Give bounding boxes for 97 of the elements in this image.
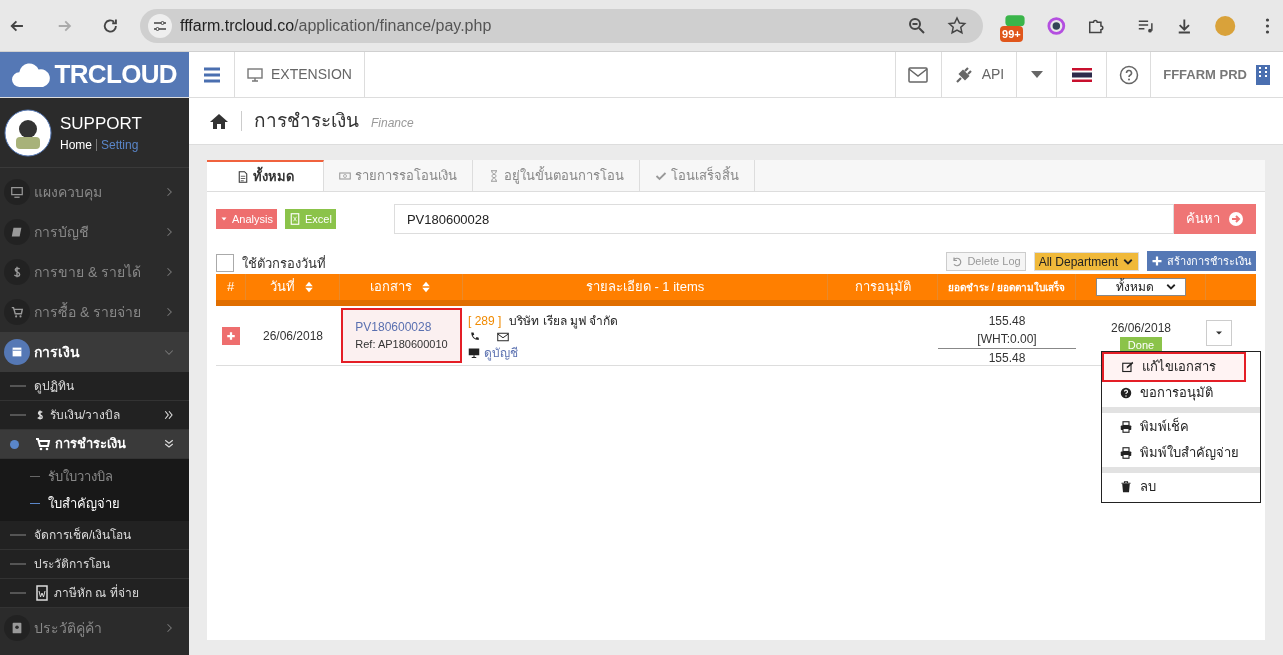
menu-item[interactable]: แก้ไขเอกสาร (1104, 354, 1244, 380)
menu-item[interactable]: พิมพ์ใบสำคัญจ่าย (1102, 440, 1260, 466)
star-icon[interactable] (947, 15, 968, 36)
sidebar-item[interactable]: การเงิน (0, 332, 189, 372)
user-name: SUPPORT (60, 112, 142, 135)
sort-icon (420, 281, 432, 293)
status-filter-select[interactable]: ทั้งหมด (1095, 278, 1186, 296)
tab[interactable]: อยู่ในขั้นตอนการโอน (473, 160, 640, 191)
hourglass-icon (488, 169, 500, 182)
api-button[interactable]: API (940, 52, 1017, 97)
double-chevron-right-icon (163, 409, 175, 421)
cart-icon (35, 436, 51, 452)
sidebar-subitem[interactable]: ใบสำคัญจ่าย (0, 490, 189, 517)
status-date: 26/06/2018 (1110, 320, 1172, 337)
menu-item[interactable]: พิมพ์เช็ค (1102, 414, 1260, 440)
double-chevron-down-icon (163, 438, 175, 450)
plus-icon (225, 329, 237, 342)
address-bar[interactable]: fffarm.trcloud.co/application/finance/pay.php (139, 8, 984, 43)
mail-icon (497, 331, 509, 343)
spreadsheet-icon (288, 213, 301, 225)
cloud-icon (12, 61, 51, 88)
question-icon (1120, 387, 1132, 399)
document-icon (236, 170, 249, 183)
search-field[interactable]: PV180600028 (393, 204, 1174, 234)
column-header: # (216, 274, 246, 300)
sort-icon (303, 281, 315, 293)
building-icon (1255, 64, 1271, 85)
page-title: การชำระเงิน (254, 108, 359, 133)
sidebar-subitem[interactable]: ประวัติการโอน (0, 550, 189, 579)
department-select[interactable]: All Department (1033, 252, 1139, 271)
home-icon[interactable] (209, 113, 229, 129)
phone-icon (469, 331, 481, 343)
notification-badge: 99+ (1000, 25, 1023, 42)
supplier-code: [ 289 ] (468, 313, 502, 330)
calendar-icon (10, 345, 24, 359)
avatar-icon (4, 108, 52, 157)
monitor-icon (468, 347, 480, 359)
sidebar-item[interactable]: การขาย & รายได้ (0, 252, 189, 292)
edit-icon (1122, 361, 1134, 373)
sidebar-subitem[interactable]: ดูปฏิทิน (0, 372, 189, 401)
sidebar-item[interactable]: ประวัติคู่ค้า (0, 608, 189, 648)
document-icon (34, 585, 50, 601)
contact-card-icon (10, 621, 24, 635)
company-button[interactable]: FFFARM PRD (1150, 52, 1283, 97)
tab[interactable]: รายการรอโอนเงิน (324, 160, 473, 191)
banknote-icon (339, 169, 351, 182)
tab[interactable]: ทั้งหมด (207, 160, 324, 191)
flag-icon[interactable] (1071, 66, 1092, 83)
help-icon[interactable] (1118, 64, 1139, 85)
reference-text: Ref: AP180600010 (355, 337, 448, 353)
home-link[interactable]: Home (60, 136, 92, 155)
sidebar-subitem[interactable]: จัดการเช็ค/เงินโอน (0, 521, 189, 550)
caret-icon (220, 215, 228, 223)
caret-icon[interactable] (1030, 70, 1043, 79)
document-link[interactable]: PV180600028 (355, 318, 448, 337)
sidebar-item[interactable]: แผงควบคุม (0, 172, 189, 212)
history-icon (951, 255, 964, 268)
trash-icon (1120, 481, 1132, 493)
wht-text: [WHT:0.00] (938, 330, 1076, 349)
analysis-button[interactable]: Analysis (216, 209, 277, 229)
logo[interactable]: TRCLOUD (0, 52, 189, 97)
date-filter-label: ใช้ตัวกรองวันที่ (242, 254, 326, 273)
sidebar-item[interactable]: การบัญชี (0, 212, 189, 252)
cart-icon (10, 305, 24, 319)
table-cell-text: 26/06/2018 (261, 327, 325, 345)
date-filter-checkbox[interactable] (216, 254, 234, 273)
printer-icon (1120, 447, 1132, 459)
view-account-link[interactable]: ดูบัญชี (468, 344, 828, 362)
setting-link[interactable]: Setting (101, 136, 139, 155)
page-subtitle: Finance (371, 115, 414, 132)
mail-icon[interactable] (908, 66, 929, 83)
create-payment-button[interactable]: สร้างการชำระเงิน (1147, 251, 1256, 271)
column-header: การอนุมัติ (828, 274, 938, 300)
plus-icon (1151, 255, 1163, 267)
amount-text: 155.48 (988, 313, 1026, 330)
menu-item[interactable]: ขอการอนุมัติ (1102, 380, 1260, 406)
expand-row-button[interactable] (222, 326, 240, 345)
arrow-circle-icon (1228, 211, 1244, 227)
column-header: รายละเอียด - 1 items (463, 274, 828, 300)
url-text: fffarm.trcloud.co/application/finance/pay.php (179, 15, 492, 36)
sidebar-subitem[interactable]: รับเงิน/วางบิล (0, 401, 189, 430)
supplier-name: บริษัท เรียล มูฟ จำกัด (509, 313, 619, 330)
receipt-amount-text: 155.48 (988, 350, 1026, 367)
book-icon (10, 225, 24, 239)
site-settings-icon[interactable] (147, 13, 172, 38)
monitor-icon (10, 185, 24, 199)
column-header: ยอดชำระ / ยอดตามใบเสร็จ (938, 274, 1076, 300)
color-extension-icon[interactable] (1047, 15, 1066, 36)
menu-item[interactable]: ลบ (1102, 474, 1260, 500)
extension-button[interactable]: EXTENSION (235, 52, 365, 97)
sidebar-subitem[interactable]: ภาษีหัก ณ ที่จ่าย (0, 579, 189, 608)
sidebar-subitem[interactable]: รับใบวางบิล (0, 463, 189, 490)
monitor-icon (247, 66, 263, 83)
sidebar-subitem[interactable]: การชำระเงิน (0, 430, 189, 459)
printer-icon (1120, 421, 1132, 433)
tab[interactable]: โอนเสร็จสิ้น (640, 160, 755, 191)
sidebar-item[interactable]: การซื้อ & รายจ่าย (0, 292, 189, 332)
